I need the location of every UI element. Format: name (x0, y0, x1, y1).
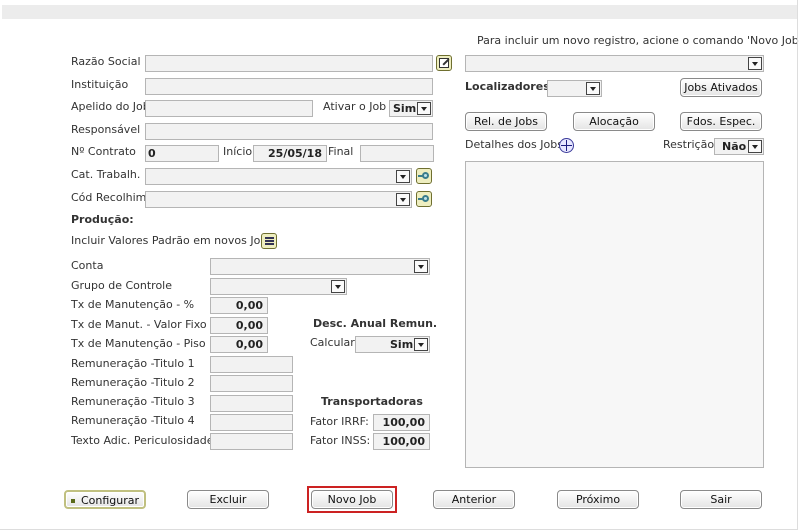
window-frame (0, 0, 798, 530)
